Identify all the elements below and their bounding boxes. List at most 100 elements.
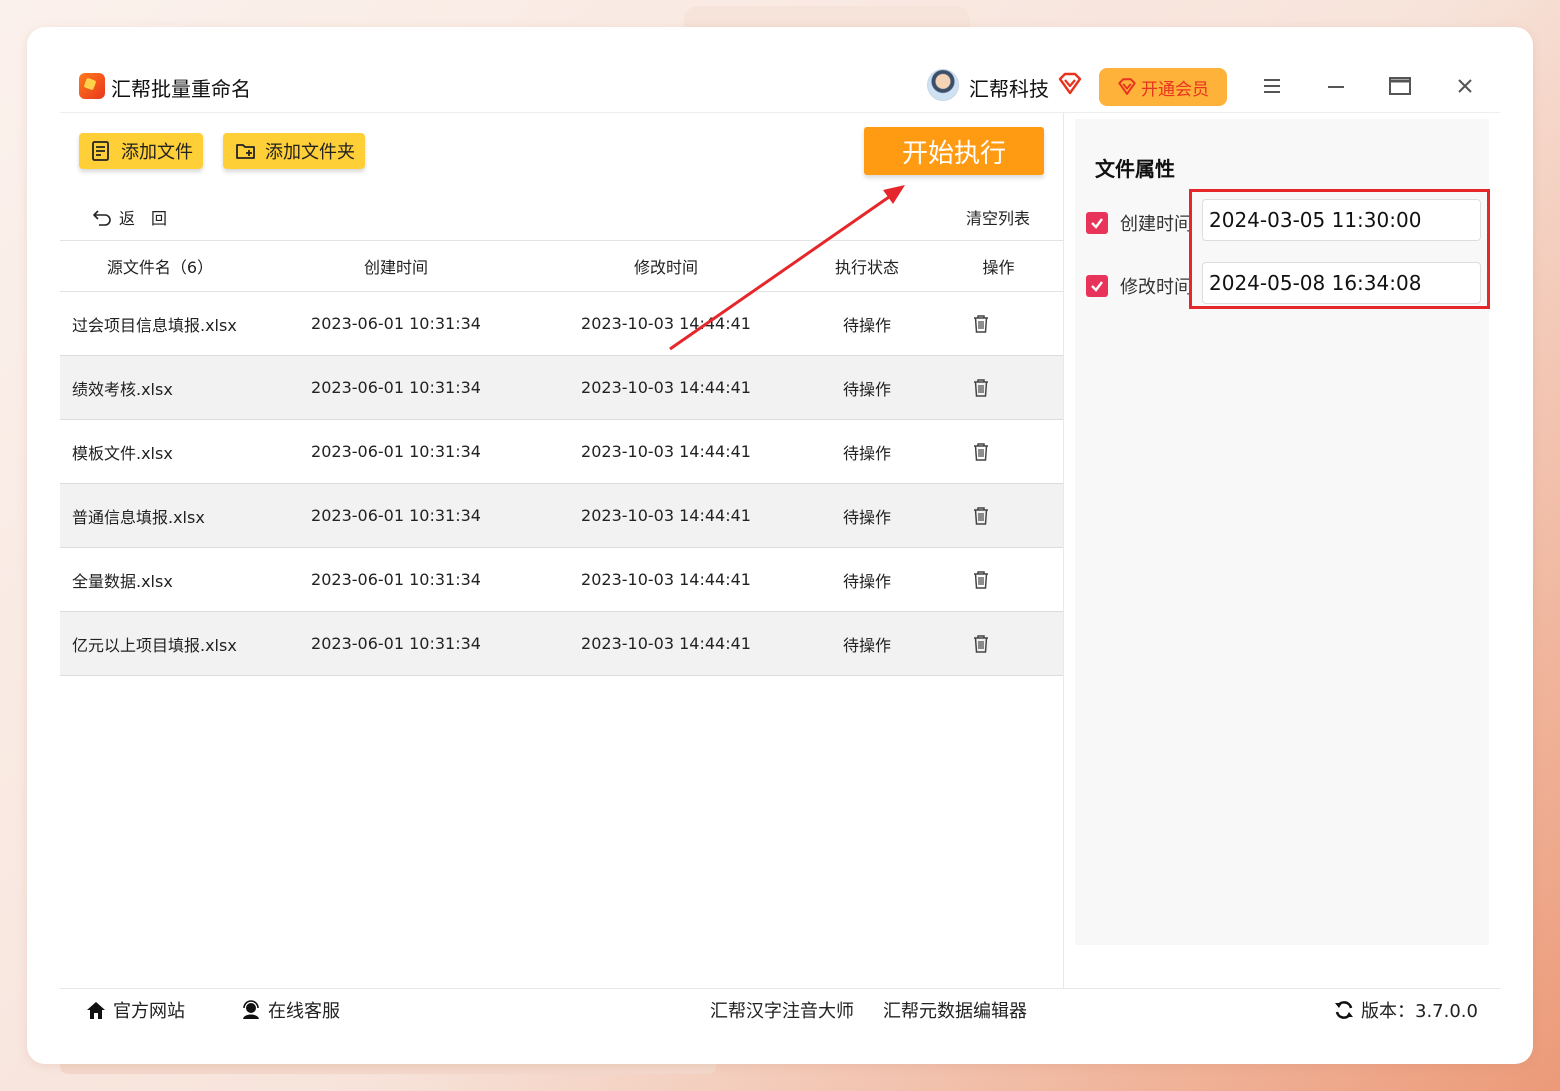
title-bar: 汇帮批量重命名 汇帮科技 开通会员 [27, 27, 1533, 113]
cell-file-name: 普通信息填报.xlsx [72, 507, 205, 527]
cell-modified-time: 2023-10-03 14:44:41 [581, 378, 751, 397]
vip-diamond-icon [1118, 78, 1136, 95]
add-file-button[interactable]: 添加文件 [79, 133, 203, 169]
header-action: 操作 [982, 258, 1015, 277]
delete-icon[interactable] [972, 634, 990, 654]
cell-modified-time: 2023-10-03 14:44:41 [581, 570, 751, 589]
menu-icon[interactable] [1259, 73, 1285, 99]
delete-icon[interactable] [972, 314, 990, 334]
check-icon [1091, 281, 1103, 292]
cell-status: 待操作 [842, 507, 891, 527]
footer-divider [60, 988, 1500, 989]
modified-time-checkbox[interactable] [1086, 275, 1108, 297]
app-title: 汇帮批量重命名 [111, 77, 251, 101]
created-time-input[interactable] [1202, 199, 1481, 241]
header-source-name: 源文件名（6） [106, 258, 214, 277]
table-header: 源文件名（6） 创建时间 修改时间 执行状态 操作 [60, 240, 1063, 292]
cell-modified-time: 2023-10-03 14:44:41 [581, 442, 751, 461]
cell-file-name: 绩效考核.xlsx [72, 379, 173, 399]
cell-status: 待操作 [842, 635, 891, 655]
folder-add-icon [236, 144, 255, 159]
delete-icon[interactable] [972, 506, 990, 526]
back-button[interactable]: 返 回 [91, 205, 167, 229]
title-divider [60, 112, 1500, 113]
official-website-label: 官方网站 [113, 1001, 185, 1022]
header-status: 执行状态 [834, 258, 899, 277]
cell-status: 待操作 [842, 571, 891, 591]
cell-modified-time: 2023-10-03 14:44:41 [581, 506, 751, 525]
app-window: 汇帮批量重命名 汇帮科技 开通会员 添加文件 添加文件夹 开始执行 返 回 清空… [27, 27, 1533, 1064]
add-folder-label: 添加文件夹 [265, 142, 355, 163]
cell-status: 待操作 [842, 379, 891, 399]
cell-status: 待操作 [842, 315, 891, 335]
header-created: 创建时间 [363, 258, 428, 277]
pinyin-tool-link[interactable]: 汇帮汉字注音大师 [710, 997, 854, 1023]
cell-action [898, 314, 1063, 334]
cell-action [898, 506, 1063, 526]
app-logo-icon [79, 73, 105, 99]
cell-modified-time: 2023-10-03 14:44:41 [581, 314, 751, 333]
cell-file-name: 亿元以上项目填报.xlsx [72, 635, 237, 655]
online-support-link[interactable]: 在线客服 [240, 997, 340, 1023]
check-icon [1091, 218, 1103, 229]
cell-created-time: 2023-06-01 10:31:34 [311, 314, 481, 333]
table-row: 亿元以上项目填报.xlsx 2023-06-01 10:31:34 2023-10-… [60, 612, 1063, 676]
user-avatar[interactable] [927, 69, 959, 101]
delete-icon[interactable] [972, 378, 990, 398]
table-row: 过会项目信息填报.xlsx 2023-06-01 10:31:34 2023-10-… [60, 292, 1063, 356]
cell-created-time: 2023-06-01 10:31:34 [311, 634, 481, 653]
add-file-label: 添加文件 [121, 142, 193, 163]
official-website-link[interactable]: 官方网站 [85, 997, 185, 1023]
clear-list-button[interactable]: 清空列表 [966, 205, 1030, 229]
back-label: 返 回 [119, 209, 168, 228]
modified-time-row: 修改时间 [1086, 273, 1190, 299]
table-row: 绩效考核.xlsx 2023-06-01 10:31:34 2023-10-03 1… [60, 356, 1063, 420]
version-info[interactable]: 版本：3.7.0.0 [1333, 997, 1478, 1023]
home-icon [87, 1002, 105, 1019]
cell-created-time: 2023-06-01 10:31:34 [311, 570, 481, 589]
cell-file-name: 过会项目信息填报.xlsx [72, 315, 237, 335]
cell-created-time: 2023-06-01 10:31:34 [311, 378, 481, 397]
cell-modified-time: 2023-10-03 14:44:41 [581, 634, 751, 653]
close-icon[interactable] [1452, 73, 1478, 99]
online-support-label: 在线客服 [268, 1001, 340, 1022]
maximize-icon[interactable] [1387, 73, 1413, 99]
cell-status: 待操作 [842, 443, 891, 463]
cell-file-name: 全量数据.xlsx [72, 571, 173, 591]
table-row: 模板文件.xlsx 2023-06-01 10:31:34 2023-10-03 1… [60, 420, 1063, 484]
cell-action [898, 442, 1063, 462]
cell-action [898, 570, 1063, 590]
created-time-label: 创建时间 [1120, 214, 1190, 235]
modified-time-input[interactable] [1202, 262, 1481, 304]
user-name[interactable]: 汇帮科技 [969, 73, 1049, 102]
created-time-checkbox[interactable] [1086, 212, 1108, 234]
delete-icon[interactable] [972, 442, 990, 462]
customer-service-icon [243, 1000, 259, 1019]
modified-time-label: 修改时间 [1120, 277, 1190, 298]
cell-file-name: 模板文件.xlsx [72, 443, 173, 463]
refresh-icon [1335, 1001, 1353, 1019]
created-time-row: 创建时间 [1086, 210, 1190, 236]
back-arrow-icon [93, 210, 111, 226]
file-properties-title: 文件属性 [1095, 157, 1175, 181]
delete-icon[interactable] [972, 570, 990, 590]
cell-action [898, 378, 1063, 398]
header-modified: 修改时间 [633, 258, 698, 277]
metadata-tool-link[interactable]: 汇帮元数据编辑器 [883, 997, 1027, 1023]
document-icon [92, 141, 109, 161]
minimize-icon[interactable] [1323, 73, 1349, 99]
cell-action [898, 634, 1063, 654]
file-properties-panel [1075, 119, 1489, 945]
table-row: 普通信息填报.xlsx 2023-06-01 10:31:34 2023-10-03… [60, 484, 1063, 548]
panel-divider [1063, 113, 1064, 988]
add-folder-button[interactable]: 添加文件夹 [223, 133, 365, 169]
file-table: 源文件名（6） 创建时间 修改时间 执行状态 操作 过会项目信息填报.xlsx 2… [60, 240, 1063, 676]
cell-created-time: 2023-06-01 10:31:34 [311, 442, 481, 461]
vip-upgrade-label: 开通会员 [1141, 79, 1209, 100]
table-row: 全量数据.xlsx 2023-06-01 10:31:34 2023-10-03 1… [60, 548, 1063, 612]
vip-upgrade-button[interactable]: 开通会员 [1099, 68, 1227, 106]
vip-diamond-icon [1058, 72, 1082, 95]
start-execute-button[interactable]: 开始执行 [864, 127, 1044, 175]
version-label: 版本：3.7.0.0 [1361, 1001, 1478, 1022]
cell-created-time: 2023-06-01 10:31:34 [311, 506, 481, 525]
